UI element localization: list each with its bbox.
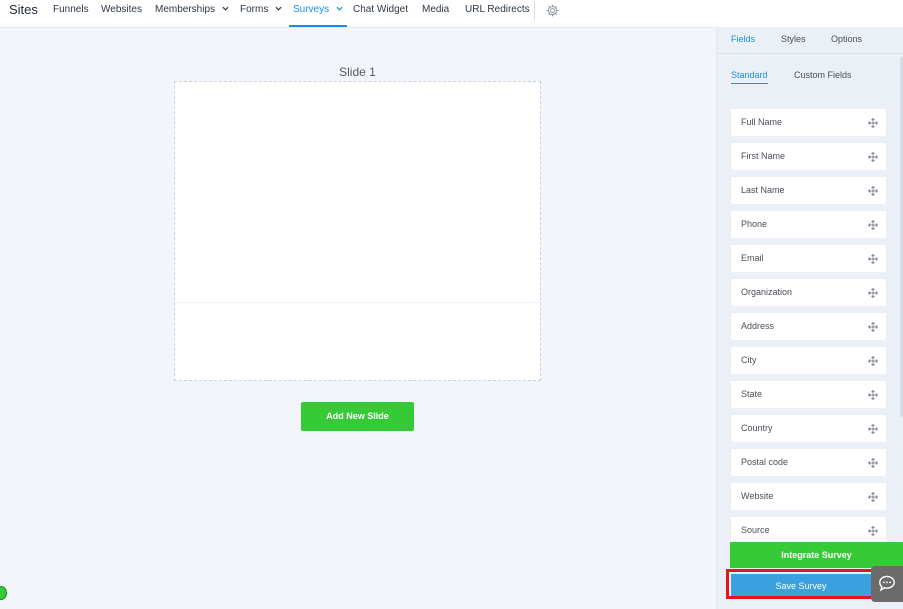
tab-styles[interactable]: Styles: [781, 34, 806, 44]
move-icon[interactable]: [868, 356, 878, 366]
subtab-custom-fields[interactable]: Custom Fields: [794, 70, 852, 83]
brand-title: Sites: [9, 2, 38, 17]
move-icon[interactable]: [868, 424, 878, 434]
chevron-down-icon: [222, 6, 229, 11]
chevron-down-icon: [336, 6, 343, 11]
nav-item-url-redirects[interactable]: URL Redirects: [465, 0, 530, 25]
nav-item-surveys[interactable]: Surveys: [289, 0, 347, 27]
nav-divider: [534, 1, 535, 20]
tab-options[interactable]: Options: [831, 34, 862, 44]
field-label: Phone: [741, 219, 768, 229]
status-indicator: [0, 586, 7, 600]
nav-item-memberships[interactable]: Memberships: [155, 0, 229, 25]
nav-item-media[interactable]: Media: [422, 0, 449, 25]
field-label: Postal code: [741, 457, 789, 467]
field-postal-code[interactable]: Postal code: [731, 449, 886, 476]
field-country[interactable]: Country: [731, 415, 886, 442]
move-icon[interactable]: [868, 492, 878, 502]
field-label: Full Name: [741, 117, 783, 127]
chat-widget-button[interactable]: [871, 566, 903, 602]
nav-label: URL Redirects: [465, 4, 530, 15]
field-state[interactable]: State: [731, 381, 886, 408]
fields-panel: Fields Styles Options Standard Custom Fi…: [716, 27, 903, 609]
move-icon[interactable]: [868, 322, 878, 332]
field-label: Organization: [741, 287, 793, 297]
field-first-name[interactable]: First Name: [731, 143, 886, 170]
field-full-name[interactable]: Full Name: [731, 109, 886, 136]
nav-item-chat-widget[interactable]: Chat Widget: [353, 0, 408, 25]
integrate-survey-button[interactable]: Integrate Survey: [730, 542, 903, 568]
top-nav: Sites Funnels Websites Memberships Forms…: [0, 0, 903, 28]
field-city[interactable]: City: [731, 347, 886, 374]
move-icon[interactable]: [868, 118, 878, 128]
field-label: Source: [741, 525, 770, 535]
save-survey-button[interactable]: Save Survey: [731, 574, 871, 596]
move-icon[interactable]: [868, 152, 878, 162]
nav-label: Chat Widget: [353, 4, 409, 15]
panel-tabs: Fields Styles Options: [717, 27, 903, 54]
nav-item-forms[interactable]: Forms: [240, 0, 282, 25]
field-phone[interactable]: Phone: [731, 211, 886, 238]
field-label: Address: [741, 321, 775, 331]
move-icon[interactable]: [868, 458, 878, 468]
move-icon[interactable]: [868, 390, 878, 400]
panel-subtabs: Standard Custom Fields: [717, 55, 903, 87]
field-email[interactable]: Email: [731, 245, 886, 272]
nav-label: Websites: [101, 4, 142, 15]
move-icon[interactable]: [868, 220, 878, 230]
field-label: Website: [741, 491, 774, 501]
move-icon[interactable]: [868, 254, 878, 264]
tab-fields[interactable]: Fields: [731, 34, 755, 44]
slide-divider: [175, 302, 540, 303]
field-source[interactable]: Source: [731, 517, 886, 544]
field-label: Last Name: [741, 185, 785, 195]
field-label: Country: [741, 423, 773, 433]
nav-label: Media: [422, 4, 450, 15]
nav-label: Memberships: [155, 4, 216, 15]
nav-label: Surveys: [293, 4, 330, 15]
slide-dropzone[interactable]: [174, 81, 541, 381]
subtab-standard[interactable]: Standard: [731, 70, 768, 84]
field-label: City: [741, 355, 757, 365]
chat-bubble-icon: [879, 575, 895, 592]
field-label: Email: [741, 253, 764, 263]
move-icon[interactable]: [868, 526, 878, 536]
chevron-down-icon: [275, 6, 282, 11]
nav-label: Forms: [240, 4, 269, 15]
field-last-name[interactable]: Last Name: [731, 177, 886, 204]
field-label: State: [741, 389, 763, 399]
field-organization[interactable]: Organization: [731, 279, 886, 306]
field-label: First Name: [741, 151, 786, 161]
field-address[interactable]: Address: [731, 313, 886, 340]
gear-icon[interactable]: [546, 4, 559, 17]
slide-title: Slide 1: [339, 65, 376, 79]
move-icon[interactable]: [868, 186, 878, 196]
nav-label: Funnels: [53, 4, 89, 15]
field-website[interactable]: Website: [731, 483, 886, 510]
move-icon[interactable]: [868, 288, 878, 298]
add-new-slide-button[interactable]: Add New Slide: [301, 402, 414, 431]
nav-item-websites[interactable]: Websites: [101, 0, 142, 25]
nav-item-funnels[interactable]: Funnels: [53, 0, 89, 25]
